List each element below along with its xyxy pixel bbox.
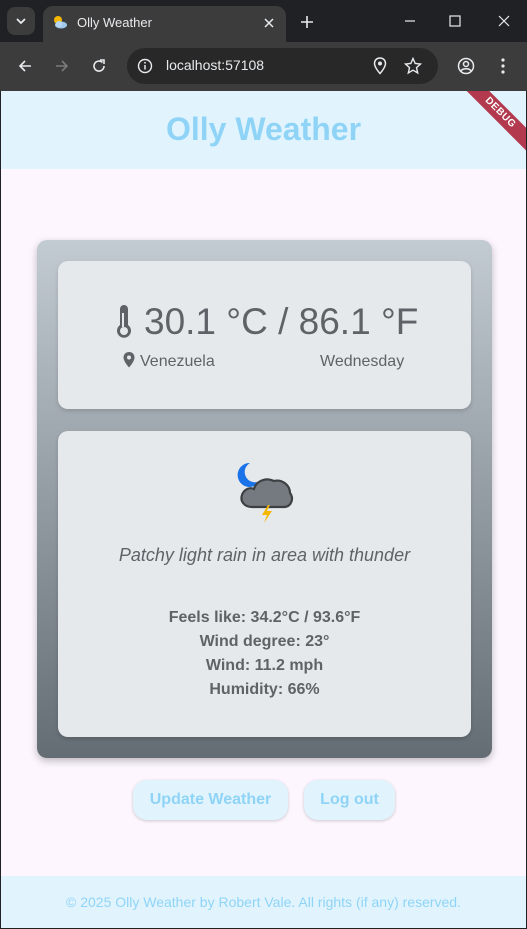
logout-button[interactable]: Log out bbox=[304, 780, 395, 820]
url-text: localhost:57108 bbox=[166, 57, 265, 73]
location-icon[interactable] bbox=[370, 56, 390, 76]
chevron-down-icon bbox=[16, 18, 26, 25]
address-bar[interactable]: localhost:57108 bbox=[127, 48, 438, 84]
app-viewport: Olly Weather DEBUG 30.1 °C / 86.1 °F Ven… bbox=[1, 91, 526, 928]
night-thunder-rain-cloud-icon bbox=[236, 461, 296, 528]
bookmark-star-icon[interactable] bbox=[403, 56, 423, 76]
browser-tab-strip: Olly Weather bbox=[0, 0, 527, 42]
feels-like-text: Feels like: 34.2°C / 93.6°F bbox=[168, 609, 361, 626]
day-label: Wednesday bbox=[320, 353, 405, 370]
close-window-icon[interactable] bbox=[493, 10, 515, 32]
reload-icon[interactable] bbox=[87, 54, 111, 78]
weather-favicon-icon bbox=[51, 13, 69, 36]
condition-card: Patchy light rain in area with thunder F… bbox=[58, 431, 471, 737]
update-weather-button[interactable]: Update Weather bbox=[133, 780, 288, 820]
humidity-text: Humidity: 66% bbox=[209, 681, 320, 698]
site-info-icon[interactable] bbox=[135, 56, 155, 76]
minimize-icon[interactable] bbox=[399, 10, 421, 32]
tab-search-button[interactable] bbox=[7, 7, 35, 35]
app-title: Olly Weather bbox=[165, 111, 362, 147]
footer-text: © 2025 Olly Weather by Robert Vale. All … bbox=[66, 894, 461, 910]
thermometer-icon bbox=[114, 305, 134, 344]
weather-card: 30.1 °C / 86.1 °F Venezuela Wednesday Pa… bbox=[37, 240, 492, 758]
app-bar: Olly Weather bbox=[1, 91, 526, 169]
profile-icon[interactable] bbox=[454, 54, 478, 78]
back-icon[interactable] bbox=[13, 54, 37, 78]
forward-icon[interactable] bbox=[50, 54, 74, 78]
new-tab-icon[interactable] bbox=[296, 11, 318, 33]
wind-degree-text: Wind degree: 23° bbox=[199, 633, 330, 650]
close-tab-icon[interactable] bbox=[260, 14, 278, 32]
browser-toolbar: localhost:57108 bbox=[0, 42, 527, 91]
footer: © 2025 Olly Weather by Robert Vale. All … bbox=[1, 876, 526, 928]
tab-title: Olly Weather bbox=[77, 15, 152, 30]
browser-tab[interactable]: Olly Weather bbox=[43, 6, 286, 42]
temperature-value: 30.1 °C / 86.1 °F bbox=[144, 301, 419, 342]
condition-text: Patchy light rain in area with thunder bbox=[118, 545, 411, 565]
maximize-icon[interactable] bbox=[444, 10, 466, 32]
browser-menu-icon[interactable] bbox=[491, 54, 515, 78]
wind-speed-text: Wind: 11.2 mph bbox=[205, 657, 324, 674]
temperature-card: 30.1 °C / 86.1 °F Venezuela Wednesday bbox=[58, 261, 471, 409]
location-pin-icon bbox=[123, 352, 135, 373]
location-label: Venezuela bbox=[140, 353, 215, 370]
